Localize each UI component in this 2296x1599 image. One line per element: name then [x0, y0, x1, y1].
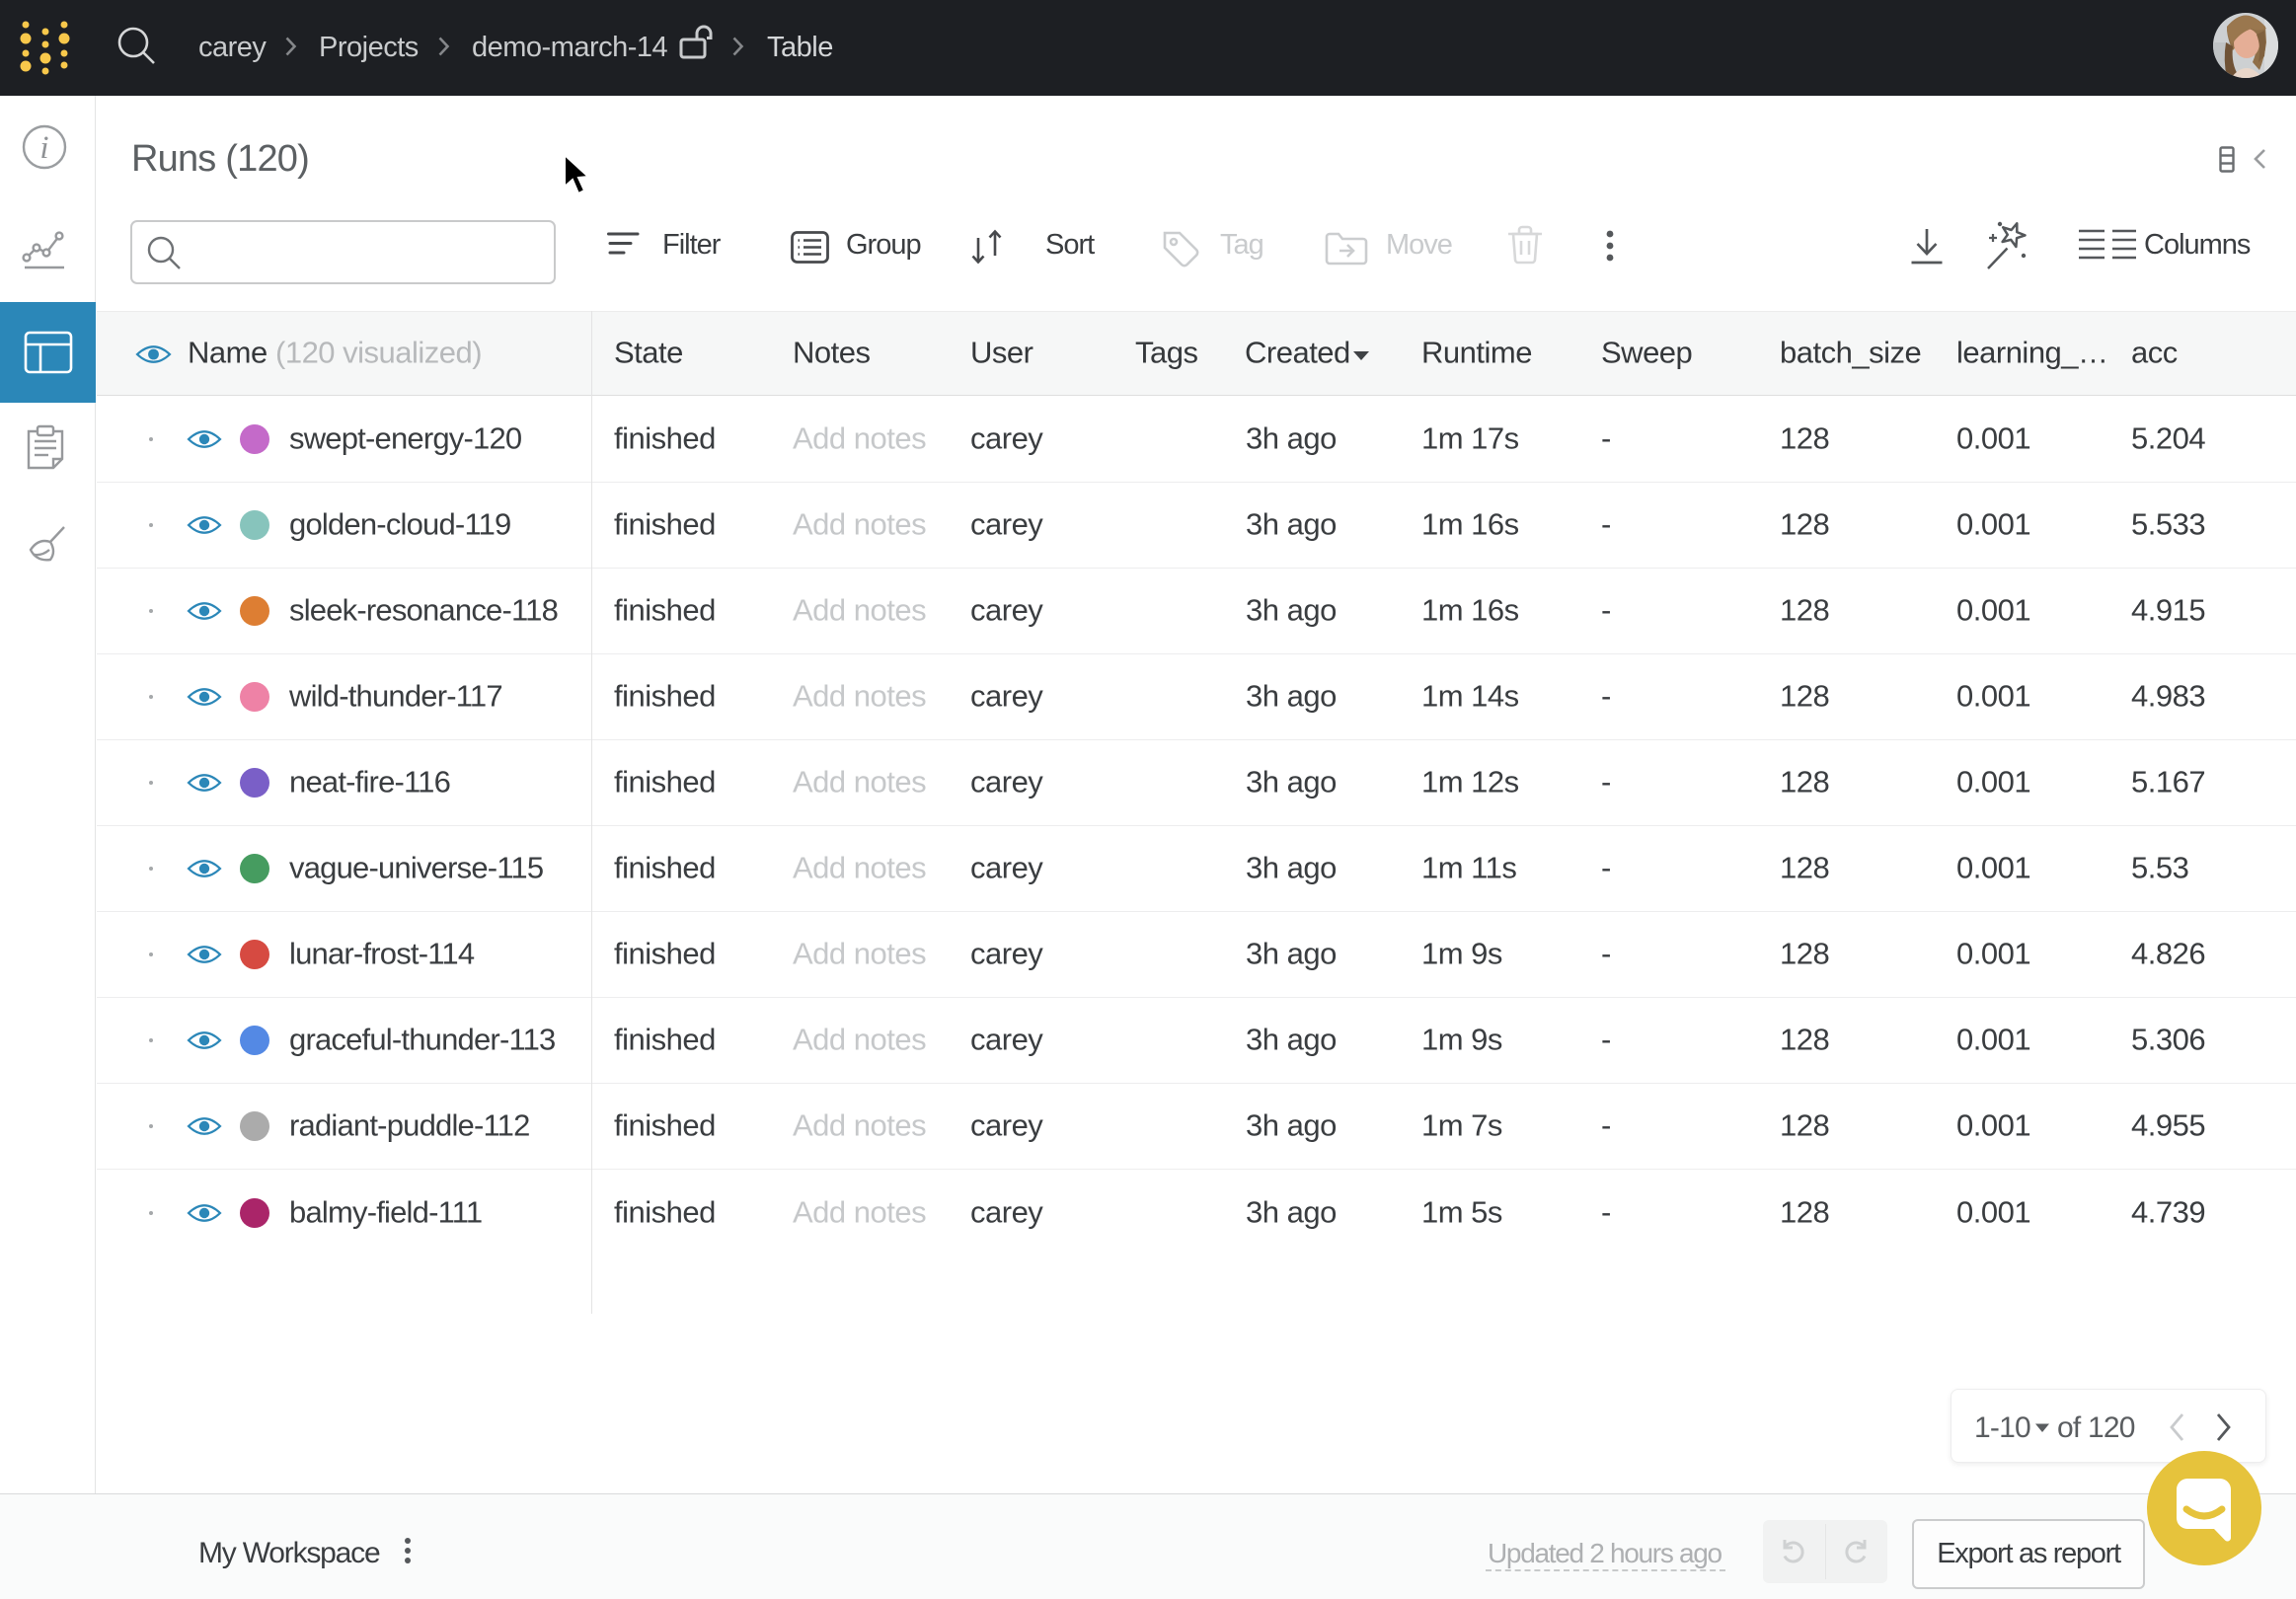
svg-text:i: i — [39, 130, 48, 166]
